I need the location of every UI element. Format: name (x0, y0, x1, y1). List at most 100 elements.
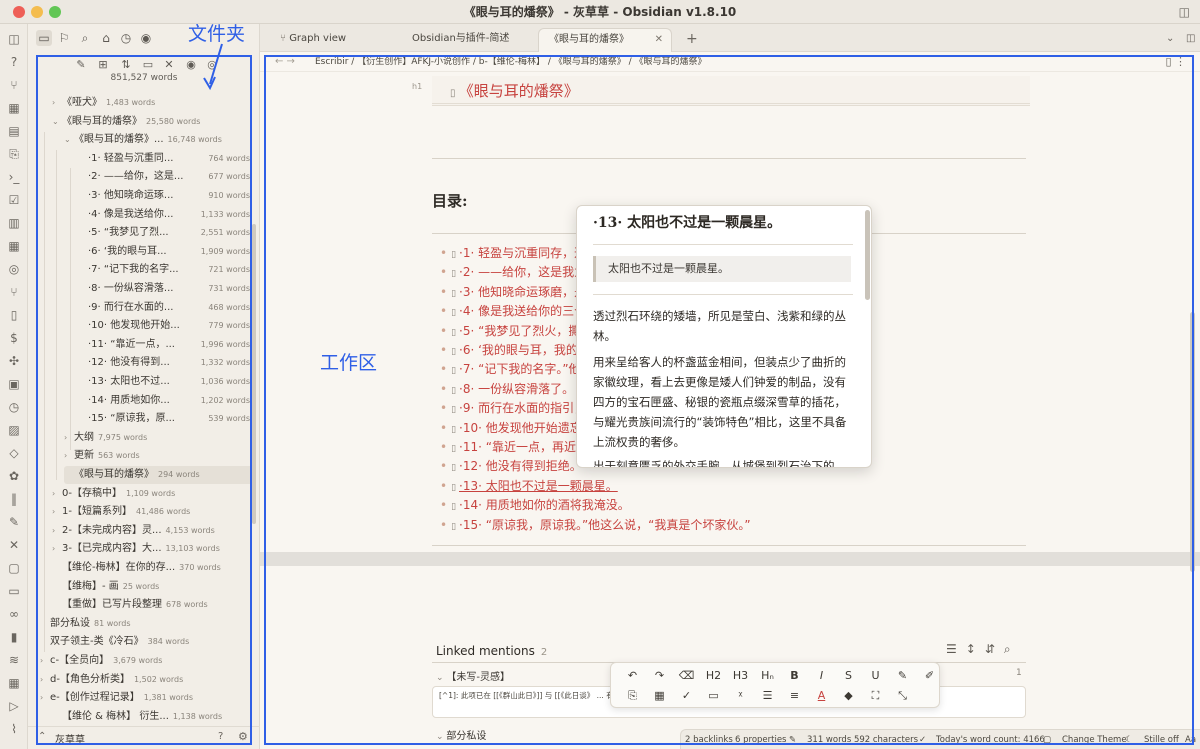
library-icon[interactable]: ‖ (7, 492, 21, 506)
settings-gear-icon[interactable]: ⚙ (238, 730, 248, 743)
toc-link[interactable]: • ▯ ·9· 而行在水面的指引， (440, 399, 586, 418)
file-item[interactable]: 《眼与耳的燔祭》 294 words (64, 466, 256, 484)
sort-icon[interactable]: ⇵ (985, 642, 1004, 656)
new-note-icon[interactable]: ✎ (74, 58, 88, 72)
file-item[interactable]: ·4· 像是我送给你... 1,133 words (78, 206, 256, 224)
clock-icon[interactable]: ◷ (7, 400, 21, 414)
tools-icon[interactable]: ✕ (7, 538, 21, 552)
format-button[interactable]: ⎘ (619, 689, 646, 703)
file-item[interactable]: ·13· 太阳也不过... 1,036 words (78, 373, 256, 391)
properties-count[interactable]: 6 properties (735, 731, 787, 749)
collapse-all-icon[interactable]: ✕ (162, 58, 176, 72)
zoom-window-button[interactable] (49, 6, 61, 18)
tab-active-document[interactable]: 《眼与耳的燔祭》 ✕ (538, 28, 672, 52)
chevron-right-icon[interactable]: › (52, 522, 62, 540)
folder-icon[interactable]: ▭ (36, 30, 52, 46)
format-button[interactable]: H3 (727, 669, 754, 682)
file-item[interactable]: ·8· 一份纵容滑落... 731 words (78, 280, 256, 298)
right-sidebar-toggle-icon[interactable]: ◫ (1176, 28, 1196, 52)
chevron-right-icon[interactable]: › (64, 429, 74, 447)
format-button[interactable]: ✓ (673, 689, 700, 702)
graph-icon[interactable]: ⑂ (7, 78, 21, 92)
format-button[interactable]: ↷ (646, 669, 673, 682)
file-item[interactable]: ·6· ‘我的眼与耳... 1,909 words (78, 243, 256, 261)
tag-icon[interactable]: ⌂ (98, 30, 114, 46)
reveal-icon[interactable]: ◉ (184, 58, 198, 72)
outline-icon[interactable]: ◉ (138, 30, 154, 46)
stille-toggle[interactable]: Stille off (1144, 731, 1179, 749)
popup-scrollbar[interactable] (865, 210, 870, 300)
search-icon[interactable]: ⌕ (77, 30, 93, 46)
toc-link[interactable]: • ▯ ·1· 轻盈与沉重同存，这 (440, 244, 586, 263)
folder-item[interactable]: › e-【创作过程记录】 1,381 words (40, 689, 256, 707)
chevron-right-icon[interactable]: › (52, 540, 62, 558)
close-tab-icon[interactable]: ✕ (655, 29, 663, 51)
folder-item[interactable]: ⌄ 《眼与耳的燔祭》 25,580 words (52, 113, 256, 131)
kanban-icon[interactable]: ▥ (7, 216, 21, 230)
folder-item[interactable]: › 大纲 7,975 words (64, 429, 256, 447)
file-item[interactable]: ·15· “原谅我，原... 539 words (78, 410, 256, 428)
folder-item[interactable]: › d-【角色分析类】 1,502 words (40, 671, 256, 689)
toc-link[interactable]: • ▯ ·7· “记下我的名字。”他 (440, 360, 581, 379)
format-button[interactable]: ≡ (781, 689, 808, 702)
reading-view-icon[interactable]: ▯ ⋮ (1165, 52, 1186, 72)
folder-item[interactable]: › 《哑犬》 1,483 words (52, 94, 256, 112)
minimize-window-button[interactable] (31, 6, 43, 18)
folder-item[interactable]: › 2-【未完成内容】灵... 4,153 words (52, 522, 256, 540)
format-button[interactable]: ☰ (754, 689, 781, 702)
toc-link[interactable]: • ▯ ·4· 像是我送给你的三个 (440, 302, 586, 321)
format-button[interactable]: B (781, 669, 808, 682)
format-button[interactable]: A (808, 689, 835, 702)
palette-icon[interactable]: ✿ (7, 469, 21, 483)
new-tab-button[interactable]: + (676, 28, 700, 52)
bookmark-icon[interactable]: ⚐ (56, 30, 72, 46)
format-button[interactable]: ⛶ (862, 689, 889, 703)
tab-obsidian-plugins[interactable]: Obsidian与插件-简述 (402, 28, 536, 52)
folder-item[interactable]: › 1-【短篇系列】 41,486 words (52, 503, 256, 521)
nav-back-forward-icon[interactable]: ← → (275, 52, 295, 72)
file-item[interactable]: 【维伦 & 梅林】 衍生... 1,138 words (52, 708, 256, 726)
edit-icon[interactable]: ✎ (7, 515, 21, 529)
dollar-icon[interactable]: $ (7, 331, 21, 345)
chevron-right-icon[interactable]: › (40, 671, 50, 689)
list-icon[interactable]: ☰ (946, 642, 966, 656)
font-size-button[interactable]: Aa (1185, 731, 1196, 749)
git-icon[interactable]: ⑂ (7, 285, 21, 299)
toc-link[interactable]: • ▯ ·8· 一份纵容滑落了。 (440, 380, 574, 399)
page-icon[interactable]: ▭ (7, 584, 21, 598)
glasses-icon[interactable]: ∞ (7, 607, 21, 621)
sidebar-scrollbar[interactable] (252, 224, 256, 524)
file-item[interactable]: 【重做】已写片段整理 678 words (52, 596, 256, 614)
toc-link[interactable]: • ▯ ·14· 用质地如你的酒将我淹没。 (440, 496, 630, 515)
tasks-icon[interactable]: ☑ (7, 193, 21, 207)
format-button[interactable]: ⌫ (673, 669, 700, 682)
tab-list-chevron-icon[interactable]: ⌄ (1156, 28, 1176, 52)
chevron-right-icon[interactable]: › (52, 94, 62, 112)
toc-link[interactable]: • ▯ ·12· 他没有得到拒绝。 (440, 457, 582, 476)
format-button[interactable]: ▦ (646, 689, 673, 702)
format-button[interactable]: S (835, 669, 862, 682)
format-button[interactable]: ↶ (619, 669, 646, 682)
toc-link[interactable]: • ▯ ·3· 他知晓命运琢磨，是 (440, 283, 586, 302)
collapse-icon[interactable]: ▭ (141, 58, 155, 72)
mention-group[interactable]: ⌄ 部分私设 (436, 727, 486, 742)
toc-link[interactable]: • ▯ ·11· “靠近一点，再近一 (440, 438, 588, 457)
file-icon[interactable]: ▢ (7, 561, 21, 575)
folder-item[interactable]: › c-【全员向】 3,679 words (40, 652, 256, 670)
format-button[interactable]: ᵡ (727, 689, 754, 702)
help-circle-icon[interactable]: ? (218, 731, 223, 742)
file-item[interactable]: 【维梅】- 画 25 words (52, 578, 256, 596)
toc-link[interactable]: • ▯ ·5· “我梦见了烈火，撕 (440, 322, 580, 341)
book-icon[interactable]: ▯ (7, 308, 21, 322)
format-button[interactable]: U (862, 669, 889, 682)
file-item[interactable]: ·7· “记下我的名字... 721 words (78, 261, 256, 279)
new-folder-icon[interactable]: ⊞ (96, 58, 110, 72)
folder-item[interactable]: › 0-【存稿中】 1,109 words (52, 485, 256, 503)
document-title[interactable]: ▯ 《眼与耳的燔祭》 (450, 80, 579, 101)
play-icon[interactable]: ▷ (7, 699, 21, 713)
left-sidebar-toggle-icon[interactable]: ◫ (7, 32, 21, 46)
daily-note-icon[interactable]: ▤ (7, 124, 21, 138)
breadcrumb[interactable]: Escribir / 【衍生创作】AFKJ-小说创作 / b-【维伦-梅林】 /… (315, 52, 706, 72)
vault-name[interactable]: 灰草草 (55, 731, 85, 746)
chevron-right-icon[interactable]: › (40, 652, 50, 670)
